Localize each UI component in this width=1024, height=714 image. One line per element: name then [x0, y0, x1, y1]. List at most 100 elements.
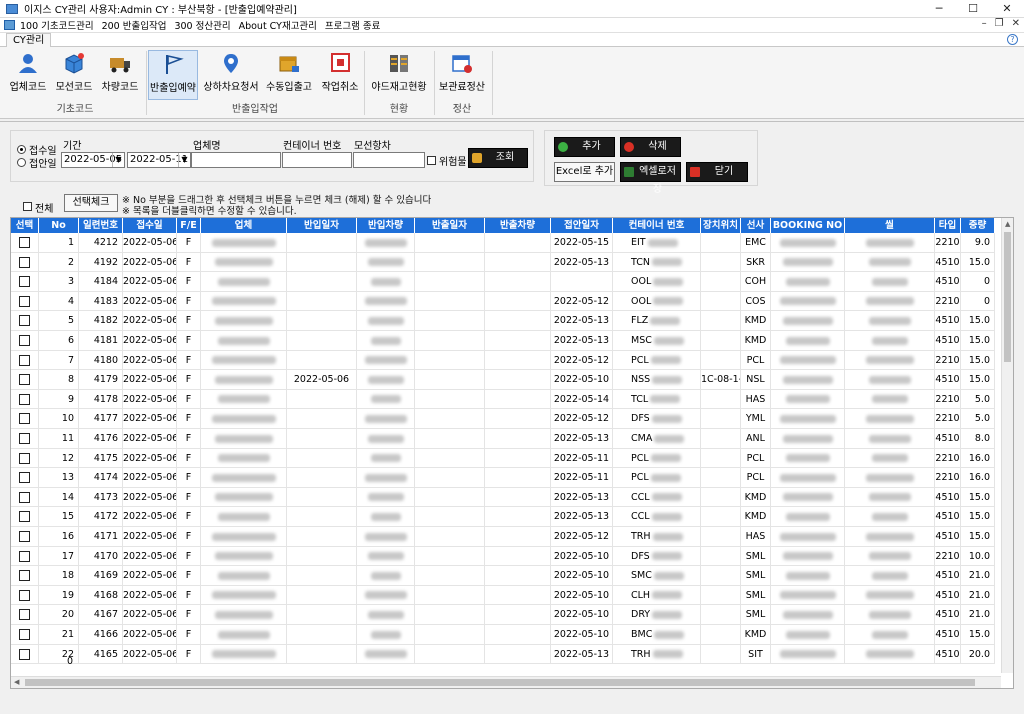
column-header[interactable]: 접안일자 — [551, 218, 613, 233]
vertical-scroll-thumb[interactable] — [1004, 232, 1011, 362]
ribbon-button-cancel-job[interactable]: 작업취소 — [318, 50, 362, 100]
column-header[interactable]: 일련번호 — [79, 218, 123, 233]
mdi-minimize-button[interactable]: – — [982, 18, 987, 29]
column-header[interactable]: 반입일자 — [287, 218, 357, 233]
check-select-button[interactable]: 선택체크 — [64, 194, 118, 212]
ribbon-button-yard-stock[interactable]: 야드재고현황 — [368, 50, 430, 100]
ribbon-button-ship-code[interactable]: 모선코드 — [54, 50, 94, 100]
row-checkbox[interactable] — [19, 335, 30, 346]
tab-cy-management[interactable]: CY관리 — [6, 33, 52, 48]
table-row[interactable]: 4 4183 2022-05-06 F 2022-05-12 OOL COS 2210 0 — [11, 291, 995, 312]
row-checkbox[interactable] — [19, 570, 30, 582]
scroll-left-arrow[interactable]: ◀ — [14, 678, 19, 686]
search-button[interactable]: 조회 — [468, 148, 528, 168]
voyage-input[interactable] — [353, 152, 425, 168]
row-checkbox[interactable] — [19, 413, 30, 425]
date-to-picker[interactable]: 2022-05-11 ▼ — [127, 152, 191, 168]
row-checkbox[interactable] — [19, 315, 30, 327]
table-row[interactable]: 9 4178 2022-05-06 F 2022-05-14 TCL HAS 2210 5.0 — [11, 389, 995, 410]
table-row[interactable]: 15 4172 2022-05-06 F 2022-05-13 CCL KMD 4510 15.… — [11, 507, 995, 527]
row-checkbox[interactable] — [19, 393, 30, 405]
row-checkbox[interactable] — [19, 276, 30, 288]
menu-item-settlement[interactable]: 300 정산관리 — [174, 18, 230, 32]
table-row[interactable]: 11 4176 2022-05-06 F 2022-05-13 CMA ANL 4510 8.0 — [11, 429, 995, 449]
menu-item-inout[interactable]: 200 반출입작업 — [102, 18, 167, 32]
danger-checkbox[interactable] — [427, 156, 436, 165]
row-checkbox[interactable] — [19, 609, 30, 621]
company-input[interactable] — [191, 152, 281, 168]
close-button[interactable]: ✕ — [990, 0, 1024, 18]
column-header[interactable]: 컨테이너 번호 — [613, 218, 701, 233]
excel-add-button[interactable]: Excel로 추가 — [554, 162, 615, 182]
menu-item-exit[interactable]: 프로그램 종료 — [325, 18, 380, 32]
table-row[interactable]: 21 4166 2022-05-06 F 2022-05-10 BMC KMD 4510 15.… — [11, 625, 995, 645]
ribbon-button-company-code[interactable]: 업체코드 — [8, 50, 48, 100]
table-row[interactable]: 7 4180 2022-05-06 F 2022-05-12 PCL PCL 2210 15.0 — [11, 350, 995, 371]
column-header[interactable]: 씰 — [845, 218, 935, 233]
table-row[interactable]: 13 4174 2022-05-06 F 2022-05-11 PCL PCL 2210 16.… — [11, 468, 995, 488]
mdi-close-button[interactable]: ✕ — [1012, 18, 1020, 29]
minimize-button[interactable]: ─ — [922, 0, 956, 18]
row-checkbox[interactable] — [19, 472, 30, 484]
column-header[interactable]: 장치위치 — [701, 218, 741, 233]
row-checkbox[interactable] — [19, 491, 30, 503]
column-header[interactable]: 반출일자 — [415, 218, 485, 233]
row-checkbox[interactable] — [19, 452, 30, 464]
add-button[interactable]: 추가 — [554, 137, 615, 157]
select-all-checkbox[interactable] — [23, 202, 32, 211]
row-checkbox[interactable] — [19, 550, 30, 562]
table-row[interactable]: 18 4169 2022-05-06 F 2022-05-10 SMC SML 4510 21.… — [11, 566, 995, 586]
scroll-up-arrow[interactable]: ▲ — [1005, 220, 1010, 228]
row-checkbox[interactable] — [19, 589, 30, 601]
table-row[interactable]: 3 4184 2022-05-06 F OOL COH 4510 0 — [11, 272, 995, 292]
table-row[interactable]: 16 4171 2022-05-06 F 2022-05-12 TRH HAS 4510 15.… — [11, 527, 995, 547]
excel-save-button[interactable]: 엑셀로저장 — [620, 162, 681, 195]
maximize-button[interactable]: ☐ — [956, 0, 990, 18]
row-checkbox[interactable] — [19, 531, 30, 542]
row-checkbox[interactable] — [19, 354, 30, 366]
ribbon-button-inout-reservation[interactable]: 반출입예약 — [148, 50, 198, 100]
ribbon-button-storage-fee[interactable]: 보관료정산 — [436, 50, 488, 100]
delete-button[interactable]: 삭제 — [620, 137, 681, 157]
chevron-down-icon[interactable]: ▼ — [178, 153, 190, 167]
table-row[interactable]: 19 4168 2022-05-06 F 2022-05-10 CLH SML 4510 21.… — [11, 585, 995, 606]
row-checkbox[interactable] — [19, 295, 30, 307]
table-row[interactable]: 14 4173 2022-05-06 F 2022-05-13 CCL KMD 4510 15.… — [11, 487, 995, 508]
table-row[interactable]: 20 4167 2022-05-06 F 2022-05-10 DRY SML 4510 21.… — [11, 605, 995, 625]
horizontal-scrollbar[interactable]: ◀ — [11, 676, 1001, 688]
column-header[interactable]: 반입차량 — [357, 218, 415, 233]
table-row[interactable]: 1 4212 2022-05-06 F 2022-05-15 EIT EMC 2210 9.0 — [11, 233, 995, 253]
column-header[interactable]: 선택 — [11, 218, 39, 233]
row-checkbox[interactable] — [19, 374, 30, 386]
column-header[interactable]: BOOKING NO — [771, 218, 845, 233]
date-from-picker[interactable]: 2022-05-05 ▼ — [61, 152, 125, 168]
table-row[interactable]: 2 4192 2022-05-06 F 2022-05-13 TCN SKR 4510 15.0 — [11, 252, 995, 273]
table-row[interactable]: 8 4179 2022-05-06 F 2022-05-06 2022-05-10 NSS 1… — [11, 370, 995, 390]
column-header[interactable]: No — [39, 218, 79, 233]
table-row[interactable]: 12 4175 2022-05-06 F 2022-05-11 PCL PCL 2210 16.… — [11, 448, 995, 469]
column-header[interactable]: F/E — [177, 218, 201, 233]
horizontal-scroll-thumb[interactable] — [25, 679, 975, 686]
table-row[interactable]: 5 4182 2022-05-06 F 2022-05-13 FLZ KMD 4510 15.0 — [11, 311, 995, 331]
table-row[interactable]: 17 4170 2022-05-06 F 2022-05-10 DFS SML 2210 10.… — [11, 546, 995, 567]
column-header[interactable]: 타입 — [935, 218, 961, 233]
berth-date-radio[interactable] — [17, 158, 26, 167]
menu-item-about[interactable]: About CY재고관리 — [239, 18, 317, 32]
column-header[interactable]: 중량 — [961, 218, 995, 233]
receipt-date-radio[interactable] — [17, 145, 26, 154]
column-header[interactable]: 선사 — [741, 218, 771, 233]
row-checkbox[interactable] — [19, 256, 30, 268]
ribbon-button-vehicle-code[interactable]: 차량코드 — [100, 50, 140, 100]
column-header[interactable]: 반출차량 — [485, 218, 551, 233]
column-header[interactable]: 업체 — [201, 218, 287, 233]
row-checkbox[interactable] — [19, 511, 30, 523]
column-header[interactable]: 접수일 — [123, 218, 177, 233]
table-row[interactable]: 6 4181 2022-05-06 F 2022-05-13 MSC KMD 4510 15.0 — [11, 331, 995, 351]
close-form-button[interactable]: 닫기 — [686, 162, 748, 182]
row-checkbox[interactable] — [19, 237, 30, 248]
help-icon[interactable]: ? — [1007, 34, 1018, 45]
container-input[interactable] — [282, 152, 352, 168]
chevron-down-icon[interactable]: ▼ — [112, 153, 124, 167]
ribbon-button-manual-inout[interactable]: 수동입출고 — [264, 50, 314, 100]
row-checkbox[interactable] — [19, 629, 30, 640]
